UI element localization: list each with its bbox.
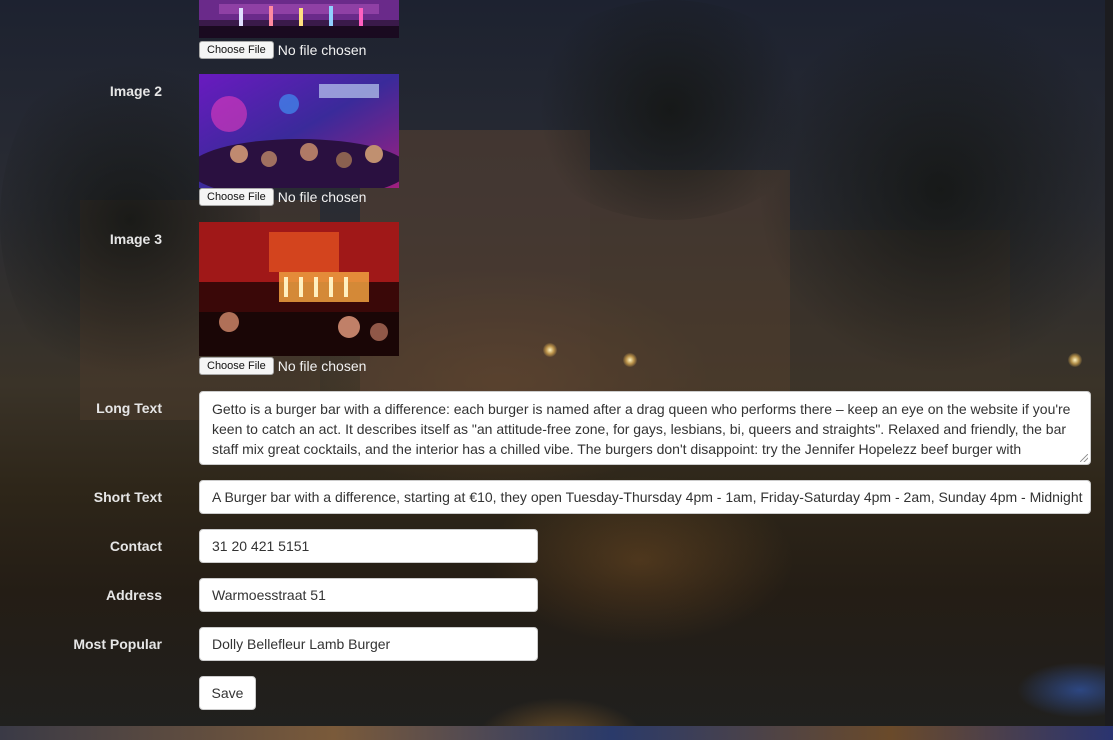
image-1-file-status: No file chosen [277,42,367,58]
image-3-file-input: Choose File No file chosen [199,357,366,375]
image-3-label: Image 3 [109,231,162,247]
address-input[interactable]: Warmoesstraat 51 [199,578,538,612]
address-value: Warmoesstraat 51 [212,587,326,603]
contact-input[interactable]: 31 20 421 5151 [199,529,538,563]
image-2-file-status: No file chosen [277,189,367,205]
image-1-thumbnail [199,0,399,38]
contact-label: Contact [109,538,162,554]
image-1-file-input: Choose File No file chosen [199,41,366,59]
image-3-thumbnail [199,222,399,356]
most-popular-input[interactable]: Dolly Bellefleur Lamb Burger [199,627,538,661]
contact-value: 31 20 421 5151 [212,538,310,554]
edit-venue-form: Choose File No file chosen Image 2 Choos… [0,0,1105,726]
short-text-label: Short Text [93,489,162,505]
image-2-choose-file-button[interactable]: Choose File [199,188,274,206]
short-text-input[interactable]: A Burger bar with a difference, starting… [199,480,1091,514]
image-2-thumbnail [199,74,399,188]
textarea-resize-handle[interactable] [1080,454,1088,462]
image-2-label: Image 2 [109,83,162,99]
image-1-choose-file-button[interactable]: Choose File [199,41,274,59]
address-label: Address [105,587,162,603]
most-popular-value: Dolly Bellefleur Lamb Burger [212,636,391,652]
image-3-choose-file-button[interactable]: Choose File [199,357,274,375]
image-2-file-input: Choose File No file chosen [199,188,366,206]
save-button[interactable]: Save [199,676,256,710]
most-popular-label: Most Popular [73,636,162,652]
long-text-value: Getto is a burger bar with a difference:… [212,401,1071,464]
image-3-file-status: No file chosen [277,358,367,374]
long-text-label: Long Text [96,400,162,416]
short-text-value: A Burger bar with a difference, starting… [212,489,1083,505]
long-text-textarea[interactable]: Getto is a burger bar with a difference:… [199,391,1091,465]
